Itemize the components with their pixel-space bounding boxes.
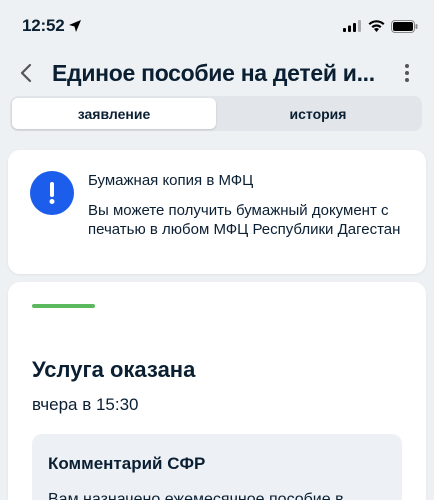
location-arrow-icon [69,20,82,32]
tab-bar: заявление история [10,96,422,131]
chevron-left-icon [20,63,32,83]
status-title: Услуга оказана [32,357,196,382]
info-card: Бумажная копия в МФЦ Вы можете получить … [8,150,426,274]
comment-box: Комментарий СФР Вам назначено ежемесячно… [32,434,402,500]
kebab-menu-icon [405,64,409,82]
clock-text: 12:52 [22,16,65,35]
back-button[interactable] [20,58,46,88]
info-card-text: Вы можете получить бумажный документ с п… [88,202,401,238]
signal-icon [343,20,361,32]
wifi-icon [368,20,385,32]
page-header: Единое пособие на детей и... [0,52,434,94]
comment-title: Комментарий СФР [48,454,206,473]
tab-history[interactable]: история [216,98,420,129]
status-progress-bar [32,304,95,308]
status-timestamp: вчера в 15:30 [32,395,139,414]
battery-icon [391,19,418,33]
tab-application[interactable]: заявление [12,98,216,129]
more-options-button[interactable] [394,58,420,88]
status-card: Услуга оказана вчера в 15:30 Комментарий… [8,282,426,500]
comment-text: Вам назначено ежемесячное пособие в [48,491,344,500]
status-time: 12:52 [22,16,82,36]
status-bar: 12:52 [0,0,434,52]
status-icons [343,19,418,33]
info-card-title: Бумажная копия в МФЦ [88,172,254,189]
page-title: Единое пособие на детей и... [52,59,375,86]
exclamation-icon [30,171,74,215]
